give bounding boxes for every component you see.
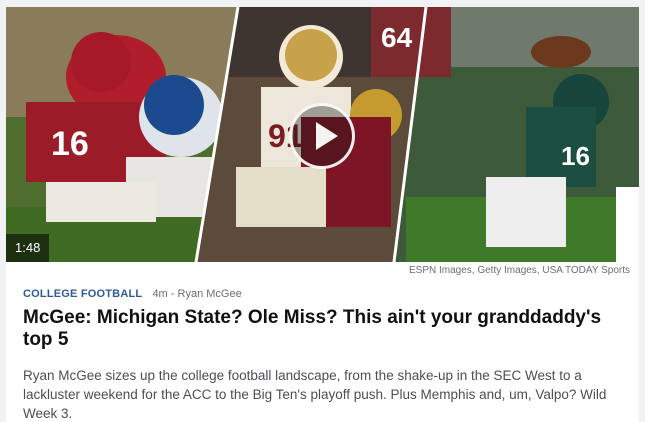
story-summary: Ryan McGee sizes up the college football… bbox=[23, 368, 607, 421]
timestamp: 4m bbox=[152, 288, 168, 300]
jersey-number-michigan-state: 16 bbox=[561, 141, 590, 171]
video-thumbnail[interactable]: 16 91 64 16 1:48 bbox=[6, 7, 639, 262]
play-icon bbox=[316, 122, 338, 150]
story-card: 16 91 64 16 1:48 ESPN Images, Getty Imag… bbox=[6, 7, 639, 422]
jersey-number-background: 64 bbox=[381, 22, 413, 53]
photo-credit: ESPN Images, Getty Images, USA TODAY Spo… bbox=[408, 265, 630, 276]
video-duration: 1:48 bbox=[6, 234, 50, 262]
headline-link[interactable]: McGee: Michigan State? Ole Miss? This ai… bbox=[23, 307, 623, 351]
story-meta: COLLEGE FOOTBALL 4m - Ryan McGee bbox=[23, 288, 242, 300]
author-separator: - bbox=[170, 288, 175, 300]
category-link[interactable]: COLLEGE FOOTBALL bbox=[23, 288, 142, 300]
play-button[interactable] bbox=[289, 103, 355, 169]
author-name: Ryan McGee bbox=[177, 288, 242, 300]
jersey-number-alabama: 16 bbox=[51, 125, 89, 163]
